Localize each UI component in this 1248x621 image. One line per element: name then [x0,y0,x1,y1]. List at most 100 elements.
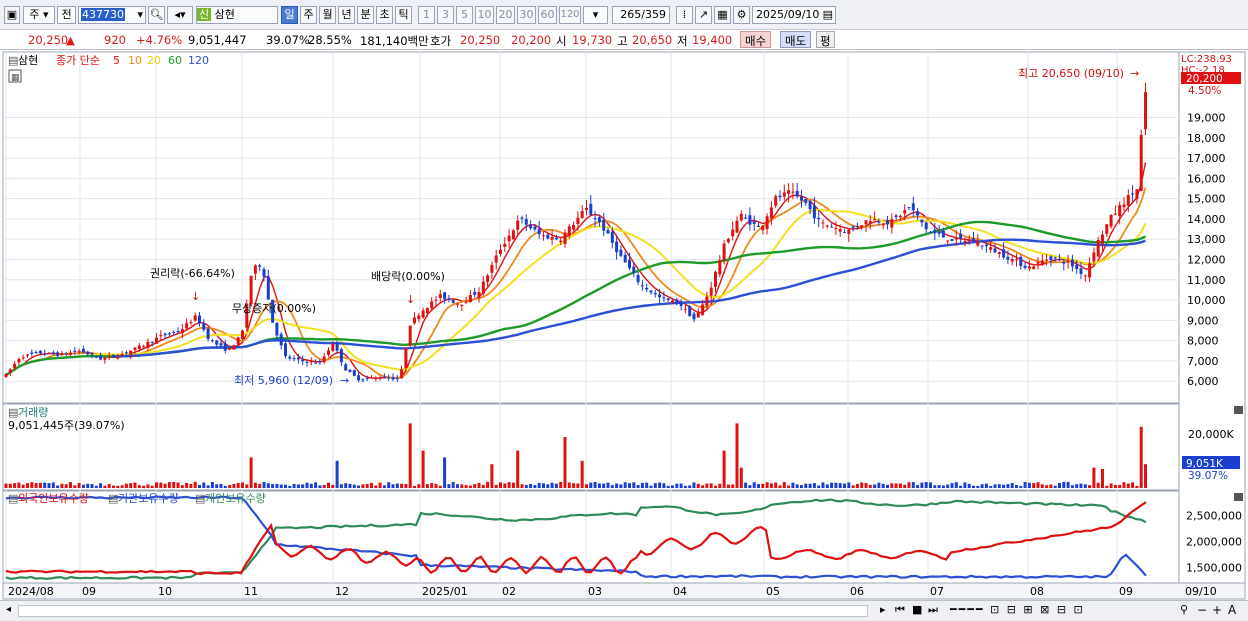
period-tick[interactable]: 틱 [395,6,412,24]
volume-bar [804,483,808,488]
zoom-out-icon[interactable]: − [1197,603,1207,617]
sell-button[interactable]: 매도 [780,31,812,48]
candle-body [400,369,404,379]
annotation-low: 최저 5,960 (12/09) [234,374,333,387]
volume-bar [989,485,993,488]
candle-body [258,265,262,267]
avg-button[interactable]: 평 [816,31,835,48]
x-axis-tick: 10 [158,585,172,598]
zoom-in-icon[interactable]: + [1212,603,1222,617]
x-axis-tick: 07 [930,585,944,598]
volume-bar [679,483,683,488]
interval-3[interactable]: 3 [437,6,454,24]
volume-bar [834,482,838,488]
volume-panel-close-icon[interactable] [1234,406,1243,414]
volume-bar [180,485,184,488]
candle-body [167,333,171,335]
date-field[interactable]: 2025/09/10 ▤ [752,6,836,24]
count-field[interactable]: 265/359 [612,6,670,24]
period-month[interactable]: 월 [319,6,336,24]
rewind-icon[interactable]: ⏮ [895,603,905,617]
scroll-left-icon[interactable]: ◂ [6,604,11,615]
period-second[interactable]: 초 [376,6,393,24]
panel-menu-icon[interactable]: ▤ [8,54,18,67]
stock-name-field[interactable]: 신 삼현 [196,6,278,24]
volume-bar [69,482,72,488]
low-label: 저 [677,34,688,48]
candle-body [421,310,425,318]
candle-body [920,219,924,223]
volume-bar [821,482,825,488]
interval-30[interactable]: 30 [517,6,536,24]
search-icon[interactable]: 🔍︎ [148,6,165,24]
scroll-right-icon[interactable]: ▸ [880,603,886,616]
holding-panel-close-icon[interactable] [1234,493,1243,501]
candle-body [778,195,782,198]
volume-bar [563,437,567,488]
interval-1[interactable]: 1 [418,6,435,24]
forward-icon[interactable]: ⏭ [928,603,938,617]
candle-body [477,292,481,298]
candle-body [116,356,120,359]
scroll-track[interactable] [18,605,868,617]
candle-body [1066,261,1070,263]
period-year[interactable]: 년 [338,6,355,24]
volume-panel-menu-icon[interactable]: ▤ [8,406,18,419]
candle-body [911,203,915,211]
interval-5[interactable]: 5 [456,6,473,24]
stop-icon[interactable]: ■ [912,603,922,616]
candle-body [73,350,77,352]
volume-bar [937,485,941,488]
volume-bar [1126,483,1130,488]
candle-body [365,377,369,379]
candle-body [1144,92,1147,130]
candle-body [881,224,885,226]
prev-button[interactable]: 전 [57,6,76,24]
candle-body [559,240,563,243]
sound-icon[interactable]: ◂▾ [167,6,193,24]
grid-icon[interactable]: ⁞ [676,6,693,24]
calendar-icon[interactable]: ▤ [823,7,833,23]
period-day[interactable]: 일 [281,6,298,24]
candle-body [210,340,214,342]
holding-panel-menu-icon[interactable]: ▤ [8,492,18,505]
volume-bar [1058,482,1061,488]
volume-bar [318,485,322,488]
interval-60[interactable]: 60 [538,6,557,24]
volume-bar [1109,483,1113,488]
draw-icon[interactable]: ↗ [695,6,712,24]
period-minute[interactable]: 분 [357,6,374,24]
candle-body [666,298,670,300]
font-size-icon[interactable]: A [1228,603,1236,617]
candle-body [180,329,184,334]
interval-custom-select[interactable]: ▾ [583,6,608,24]
open-label: 시 [556,34,567,48]
market-select[interactable]: 주 ▾ [23,6,55,24]
low-price: 19,400 [692,33,733,47]
volume-bar [331,484,335,488]
interval-20[interactable]: 20 [496,6,515,24]
interval-120[interactable]: 120 [559,6,581,24]
volume-bar [520,484,524,488]
code-dropdown-icon[interactable]: ▾ [137,7,143,23]
chart-area[interactable]: 19,000 18,000 17,000 16,000 15,000 14,000 13,0… [0,50,1248,603]
candle-body [185,323,189,329]
zoom-icon[interactable]: ⚲ [1180,603,1188,616]
gear-icon[interactable]: ⚙ [733,6,750,24]
volume-bar [167,482,171,488]
stock-code-input[interactable]: 437730 ▾ [78,6,146,24]
volume-bar [666,485,670,488]
range-selector-icon[interactable]: ━━━━ ⊡ ⊟ ⊞ ⊠ ⊟ ⊡ [950,603,1085,616]
interval-10[interactable]: 10 [475,6,494,24]
layout-icon[interactable]: ▣ [4,6,20,24]
buy-button[interactable]: 매수 [740,31,772,48]
candle-body [511,230,515,240]
save-icon[interactable]: ▦ [714,6,731,24]
volume-bar [357,485,361,488]
period-week[interactable]: 주 [300,6,317,24]
volume-bar [511,482,515,488]
candle-body [434,299,438,301]
volume-bar [1023,482,1027,488]
volume-bar [924,482,928,488]
volume-bar [60,483,64,488]
